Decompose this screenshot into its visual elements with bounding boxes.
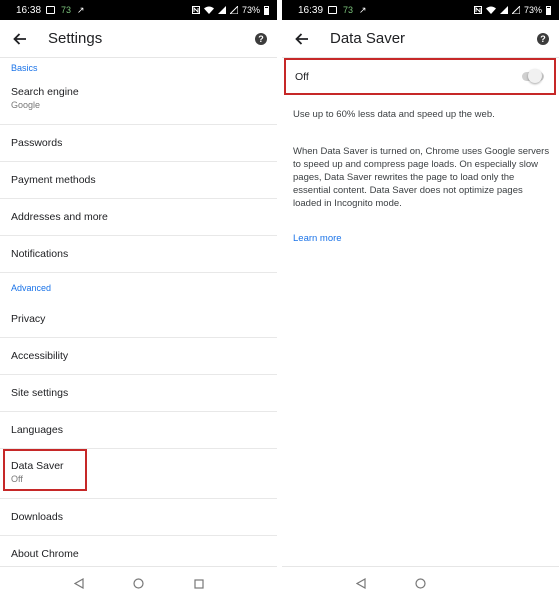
- settings-item-search-engine[interactable]: Search engine Google: [0, 75, 277, 125]
- help-button[interactable]: ?: [255, 32, 267, 45]
- nav-back-button[interactable]: [72, 577, 86, 591]
- system-nav-bar: [282, 566, 559, 600]
- nfc-icon: [191, 6, 200, 14]
- page-title: Settings: [48, 30, 103, 47]
- circle-home-icon: [133, 578, 144, 589]
- nav-recents-button[interactable]: [192, 577, 206, 591]
- settings-item-payment-methods[interactable]: Payment methods: [0, 162, 277, 199]
- signal-small-icon: ↗: [359, 4, 367, 15]
- gallery-notification-icon: [46, 6, 55, 14]
- settings-item-notifications[interactable]: Notifications: [0, 236, 277, 273]
- description-text: When Data Saver is turned on, Chrome use…: [293, 146, 550, 209]
- switch-knob: [528, 69, 542, 83]
- help-button[interactable]: ?: [537, 32, 549, 45]
- system-nav-bar: [0, 566, 277, 600]
- settings-item-addresses[interactable]: Addresses and more: [0, 199, 277, 236]
- status-bar: 16:39 73 ↗ 73%: [282, 0, 559, 20]
- page-title: Data Saver: [330, 30, 406, 47]
- learn-more-link[interactable]: Learn more: [293, 233, 342, 244]
- settings-item-passwords[interactable]: Passwords: [0, 125, 277, 162]
- nav-home-button[interactable]: [414, 577, 428, 591]
- status-notification-count: 73: [343, 5, 354, 15]
- back-button[interactable]: [10, 29, 30, 49]
- battery-icon: [264, 5, 269, 15]
- data-saver-switch[interactable]: [522, 69, 544, 83]
- nav-home-button[interactable]: [132, 577, 146, 591]
- circle-home-icon: [415, 578, 426, 589]
- toolbar: Data Saver ?: [282, 20, 559, 58]
- back-button[interactable]: [292, 29, 312, 49]
- section-basics: Basics: [11, 63, 38, 73]
- status-notification-count: 73: [61, 5, 72, 15]
- settings-item-site-settings[interactable]: Site settings: [0, 375, 277, 412]
- gallery-notification-icon: [328, 6, 337, 14]
- wifi-icon: [203, 6, 214, 14]
- section-advanced: Advanced: [11, 283, 52, 293]
- item-value: Google: [11, 100, 41, 110]
- toggle-state-label: Off: [295, 70, 309, 83]
- settings-item-downloads[interactable]: Downloads: [0, 499, 277, 536]
- settings-item-privacy[interactable]: Privacy: [0, 301, 277, 338]
- settings-item-accessibility[interactable]: Accessibility: [0, 338, 277, 375]
- battery-percent: 73%: [241, 5, 260, 15]
- signal-icon: [499, 6, 508, 14]
- triangle-back-icon: [355, 578, 366, 589]
- help-icon: ?: [540, 33, 546, 44]
- square-recents-icon: [193, 578, 204, 589]
- nav-back-button[interactable]: [354, 577, 368, 591]
- status-time: 16:38: [16, 4, 42, 16]
- arrow-back-icon: [295, 32, 308, 45]
- data-saver-toggle-row[interactable]: Off: [284, 58, 556, 95]
- signal-icon: [217, 6, 226, 14]
- battery-percent: 73%: [523, 5, 542, 15]
- data-saver-screen: 16:39 73 ↗ 73% Data Saver ? Off Use up t…: [282, 0, 559, 600]
- no-signal-icon: [229, 6, 238, 14]
- arrow-back-icon: [13, 32, 26, 45]
- item-label: Search engine: [11, 86, 79, 98]
- wifi-icon: [485, 6, 496, 14]
- intro-text: Use up to 60% less data and speed up the…: [293, 109, 495, 120]
- triangle-back-icon: [73, 578, 84, 589]
- nfc-icon: [473, 6, 482, 14]
- settings-item-languages[interactable]: Languages: [0, 412, 277, 449]
- status-time: 16:39: [298, 4, 324, 16]
- settings-screen: 16:38 73 ↗ 73% Settings ? Basics Search …: [0, 0, 277, 600]
- help-icon: ?: [258, 33, 264, 44]
- status-bar: 16:38 73 ↗ 73%: [0, 0, 277, 20]
- no-signal-icon: [511, 6, 520, 14]
- battery-icon: [546, 5, 551, 15]
- toolbar: Settings ?: [0, 20, 277, 58]
- highlight-box: [3, 449, 87, 491]
- signal-small-icon: ↗: [77, 4, 85, 15]
